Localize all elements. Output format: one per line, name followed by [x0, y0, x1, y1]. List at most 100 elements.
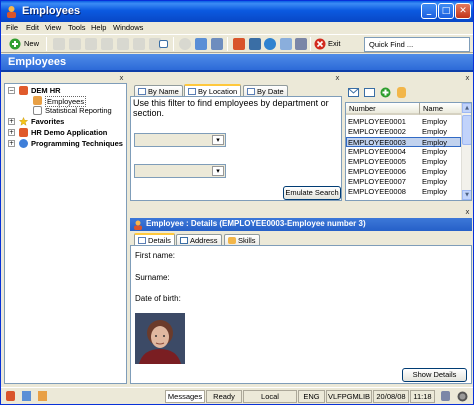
copy-icon[interactable]: [133, 38, 145, 50]
people-icon[interactable]: [233, 38, 245, 50]
expand-icon[interactable]: +: [8, 140, 15, 147]
tab-by-location[interactable]: By Location: [184, 84, 242, 96]
dropdown-arrow-icon[interactable]: ▾: [212, 135, 224, 145]
employee-name: Employ: [422, 147, 448, 156]
list-item[interactable]: EMPLOYEE0005 Employ: [346, 157, 461, 167]
toolbar-separator: [173, 37, 174, 51]
quick-find-input[interactable]: Quick Find ...: [364, 37, 470, 52]
tab-details[interactable]: Details: [134, 233, 175, 245]
close-button[interactable]: ✕: [455, 3, 471, 19]
messages-button[interactable]: Messages: [165, 390, 205, 403]
new-button[interactable]: New: [24, 39, 39, 52]
tab-label: Details: [148, 236, 171, 245]
delete-icon[interactable]: [101, 38, 113, 50]
tree-item-programming-techniques[interactable]: + Programming Techniques: [5, 139, 125, 149]
add-icon[interactable]: [380, 87, 391, 98]
person-icon: [33, 96, 42, 105]
hand-icon[interactable]: [397, 87, 406, 98]
tree-item-favorites[interactable]: + Favorites: [5, 117, 125, 127]
emulate-search-button[interactable]: Emulate Search: [283, 186, 341, 200]
minimize-button[interactable]: _: [421, 3, 437, 19]
window-icon[interactable]: [364, 88, 375, 97]
employee-name: Employ: [422, 187, 448, 196]
open-icon[interactable]: [53, 38, 65, 50]
tree-item-label: DEM HR: [31, 86, 61, 95]
settings-icon[interactable]: [264, 38, 276, 50]
tab-label: By Name: [148, 87, 179, 96]
list-scrollbar[interactable]: ▲ ▼: [461, 103, 471, 200]
tab-by-date[interactable]: By Date: [243, 85, 288, 96]
employee-list: Number Name EMPLOYEE0001 Employ EMPLOYEE0…: [345, 102, 472, 201]
people-icon[interactable]: [6, 391, 15, 401]
column-header-number[interactable]: Number: [346, 103, 420, 115]
tab-address[interactable]: Address: [176, 234, 222, 245]
exit-icon[interactable]: [314, 38, 326, 50]
tab-skills[interactable]: Skills: [224, 234, 260, 245]
save-icon[interactable]: [69, 38, 81, 50]
toolbar-separator: [46, 37, 47, 51]
date-of-birth-label: Date of birth:: [135, 294, 181, 303]
list-item[interactable]: EMPLOYEE0006 Employ: [346, 167, 461, 177]
tab-by-name[interactable]: By Name: [134, 85, 183, 96]
collapse-icon[interactable]: −: [8, 87, 15, 94]
list-item[interactable]: EMPLOYEE0004 Employ: [346, 147, 461, 157]
layout-icon[interactable]: [211, 38, 223, 50]
list-item[interactable]: EMPLOYEE0008 Employ: [346, 187, 461, 197]
section-combo[interactable]: ▾: [134, 164, 226, 178]
exit-button[interactable]: Exit: [328, 39, 341, 52]
list-close-button[interactable]: x: [463, 74, 472, 83]
maximize-button[interactable]: □: [438, 3, 454, 19]
status-indicator-icon: [457, 391, 468, 402]
list-item[interactable]: EMPLOYEE0002 Employ: [346, 127, 461, 137]
dropdown-arrow-icon[interactable]: ▾: [212, 166, 224, 176]
mail-icon[interactable]: [249, 38, 261, 50]
filter-close-button[interactable]: x: [333, 74, 342, 83]
column-header-name[interactable]: Name: [420, 103, 462, 115]
first-name-label: First name:: [135, 251, 176, 260]
employee-number: EMPLOYEE0006: [348, 167, 406, 176]
tree-close-button[interactable]: x: [117, 74, 126, 83]
tree-item-dem-hr[interactable]: − DEM HR: [5, 86, 125, 96]
mail-icon[interactable]: [348, 88, 359, 97]
toolbar: New Exit Quick Find ...: [1, 34, 473, 53]
folder-icon[interactable]: [38, 391, 47, 401]
tree-item-statistical-reporting[interactable]: Statistical Reporting: [5, 106, 125, 116]
expand-icon[interactable]: +: [8, 129, 15, 136]
menu-windows[interactable]: Windows: [113, 23, 143, 32]
show-details-button[interactable]: Show Details: [402, 368, 467, 382]
employee-number: EMPLOYEE0004: [348, 147, 406, 156]
tab-label: Skills: [238, 236, 256, 245]
tree-item-hr-demo-application[interactable]: + HR Demo Application: [5, 128, 125, 138]
menu-edit[interactable]: Edit: [26, 23, 39, 32]
employee-name: Employ: [422, 177, 448, 186]
menu-view[interactable]: View: [45, 23, 61, 32]
window-icon[interactable]: [159, 40, 168, 48]
monitor-icon[interactable]: [22, 391, 31, 401]
tree-item-employees[interactable]: Employees: [5, 96, 125, 107]
details-close-button[interactable]: x: [463, 208, 472, 217]
status-location: Local: [243, 390, 297, 403]
new-icon[interactable]: [9, 38, 21, 50]
list-item[interactable]: EMPLOYEE0007 Employ: [346, 177, 461, 187]
menu-help[interactable]: Help: [91, 23, 106, 32]
list-item[interactable]: EMPLOYEE0001 Employ: [346, 117, 461, 127]
menu-tools[interactable]: Tools: [68, 23, 86, 32]
expand-icon[interactable]: +: [8, 118, 15, 125]
status-ready: Ready: [206, 390, 242, 403]
tab-label: By Date: [257, 87, 284, 96]
menu-file[interactable]: File: [6, 23, 18, 32]
scroll-down-icon[interactable]: ▼: [462, 190, 471, 200]
cut-icon[interactable]: [117, 38, 129, 50]
save-all-icon[interactable]: [85, 38, 97, 50]
list-item-selected[interactable]: EMPLOYEE0003 Employ: [346, 137, 461, 147]
refresh-icon[interactable]: [179, 38, 191, 50]
scroll-thumb[interactable]: [462, 115, 471, 145]
title-bar[interactable]: Employees _ □ ✕: [1, 1, 473, 22]
monitor-icon[interactable]: [195, 38, 207, 50]
scroll-up-icon[interactable]: ▲: [462, 103, 471, 113]
help-icon[interactable]: [280, 38, 292, 50]
navigation-tree: − DEM HR Employees Statistical Reporting…: [4, 83, 127, 384]
department-combo[interactable]: ▾: [134, 133, 226, 147]
tools-icon[interactable]: [295, 38, 307, 50]
filter-description: Use this filter to find employees by dep…: [133, 98, 329, 118]
